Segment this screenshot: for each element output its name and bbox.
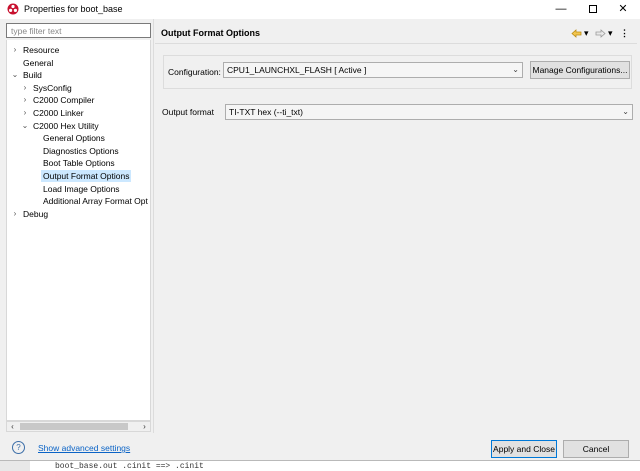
manage-configurations-button[interactable]: Manage Configurations... xyxy=(530,61,630,79)
chevron-down-icon[interactable]: ▾ xyxy=(584,26,589,40)
tree-item-load-image-options[interactable]: Load Image Options xyxy=(7,183,150,195)
tree-item-label: Load Image Options xyxy=(43,183,120,194)
tree-item-general[interactable]: General xyxy=(7,57,150,69)
show-advanced-settings-link[interactable]: Show advanced settings xyxy=(38,443,130,453)
dialog-footer: ? Show advanced settings Apply and Close… xyxy=(0,433,640,461)
tree-item-c2000-compiler[interactable]: › C2000 Compiler xyxy=(7,94,150,106)
chevron-down-icon: ⌄ xyxy=(512,65,519,74)
tree-item-label: Additional Array Format Opt xyxy=(43,196,148,207)
tree-item-resource[interactable]: › Resource xyxy=(7,44,150,56)
back-arrow-icon[interactable] xyxy=(571,29,582,38)
tree-item-debug[interactable]: › Debug xyxy=(7,208,150,220)
right-panel: Output Format Options ▾ ▾ ⋮ Configuratio… xyxy=(155,21,637,431)
filter-input[interactable] xyxy=(6,23,151,38)
expanded-chevron-icon[interactable]: ⌄ xyxy=(11,69,19,81)
left-panel: ›ResourceGeneral⌄Build›SysConfig›C2000 C… xyxy=(6,21,151,432)
tree-item-label: General xyxy=(23,57,54,68)
title-bar: Properties for boot_base — ✕ xyxy=(0,0,640,19)
scroll-left-icon[interactable]: ‹ xyxy=(7,422,18,431)
tree-item-label: Output Format Options xyxy=(41,170,132,182)
tree-item-label: C2000 Compiler xyxy=(33,95,95,106)
tree-item-label: Boot Table Options xyxy=(43,158,115,169)
background-editor-strip: boot_base.out .cinit ==> .cinit xyxy=(0,460,640,471)
output-format-select[interactable]: TI-TXT hex (--ti_txt) ⌄ xyxy=(225,104,633,120)
configuration-group: Configuration: CPU1_LAUNCHXL_FLASH [ Act… xyxy=(163,55,632,89)
expanded-chevron-icon[interactable]: ⌄ xyxy=(21,120,29,132)
page-navigation: ▾ ▾ ⋮ xyxy=(569,26,634,40)
forward-arrow-icon[interactable] xyxy=(595,29,606,38)
tree-item-label: SysConfig xyxy=(33,82,72,93)
minimize-button[interactable]: — xyxy=(550,2,572,16)
tree-item-label: Diagnostics Options xyxy=(43,145,119,156)
configuration-value: CPU1_LAUNCHXL_FLASH [ Active ] xyxy=(227,65,367,75)
apply-and-close-button[interactable]: Apply and Close xyxy=(491,440,557,458)
configuration-select[interactable]: CPU1_LAUNCHXL_FLASH [ Active ] ⌄ xyxy=(223,62,523,78)
tree-item-diagnostics-options[interactable]: Diagnostics Options xyxy=(7,145,150,157)
close-button[interactable]: ✕ xyxy=(612,2,634,16)
tree-item-boot-table-options[interactable]: Boot Table Options xyxy=(7,157,150,169)
title-separator xyxy=(155,43,637,44)
tree-item-general-options[interactable]: General Options xyxy=(7,132,150,144)
collapsed-chevron-icon[interactable]: › xyxy=(21,94,29,106)
properties-tree: › Resource General ⌄ Build › SysConfig › C2000 C… xyxy=(6,40,151,421)
collapsed-chevron-icon[interactable]: › xyxy=(21,82,29,94)
tree-item-label: C2000 Linker xyxy=(33,108,84,118)
chevron-down-icon: ⌄ xyxy=(622,107,629,116)
tree-horizontal-scrollbar[interactable]: ‹ › xyxy=(6,421,151,432)
tree-item-c2000-hex-utility[interactable]: ⌄ C2000 Hex Utility xyxy=(7,120,150,132)
tree-item-label: C2000 Hex Utility xyxy=(33,120,99,131)
output-format-label: Output format xyxy=(162,107,214,117)
cancel-button[interactable]: Cancel xyxy=(563,440,629,458)
configuration-label: Configuration: xyxy=(168,67,221,77)
maximize-button[interactable] xyxy=(582,2,604,16)
help-icon[interactable]: ? xyxy=(12,441,25,454)
page-title: Output Format Options xyxy=(161,28,260,38)
tree-item-label: General Options xyxy=(43,133,105,144)
collapsed-chevron-icon[interactable]: › xyxy=(11,208,19,220)
tree-item-c2000-linker[interactable]: › C2000 Linker xyxy=(7,107,150,119)
collapsed-chevron-icon[interactable]: › xyxy=(21,107,29,119)
output-format-value: TI-TXT hex (--ti_txt) xyxy=(229,107,303,117)
tree-item-output-format-options[interactable]: Output Format Options xyxy=(7,170,150,182)
properties-dialog: ›ResourceGeneral⌄Build›SysConfig›C2000 C… xyxy=(0,19,640,460)
background-gutter xyxy=(0,461,30,471)
tree-item-label: Build xyxy=(23,70,42,81)
tree-item-build[interactable]: ⌄ Build xyxy=(7,69,150,81)
tree-item-sysconfig[interactable]: › SysConfig xyxy=(7,82,150,94)
window-title: Properties for boot_base xyxy=(24,4,123,14)
more-vertical-icon[interactable]: ⋮ xyxy=(620,26,629,40)
collapsed-chevron-icon[interactable]: › xyxy=(11,44,19,56)
tree-item-label: Resource xyxy=(23,45,60,55)
panel-divider[interactable] xyxy=(153,19,154,433)
chevron-down-icon[interactable]: ▾ xyxy=(608,26,613,40)
tree-item-label: Debug xyxy=(23,208,49,219)
tree-item-additional-array-format-options[interactable]: Additional Array Format Opt xyxy=(7,195,150,207)
app-icon xyxy=(7,3,19,15)
scrollbar-thumb[interactable] xyxy=(20,423,128,430)
background-editor-text: boot_base.out .cinit ==> .cinit xyxy=(55,462,204,471)
scroll-right-icon[interactable]: › xyxy=(139,422,150,431)
